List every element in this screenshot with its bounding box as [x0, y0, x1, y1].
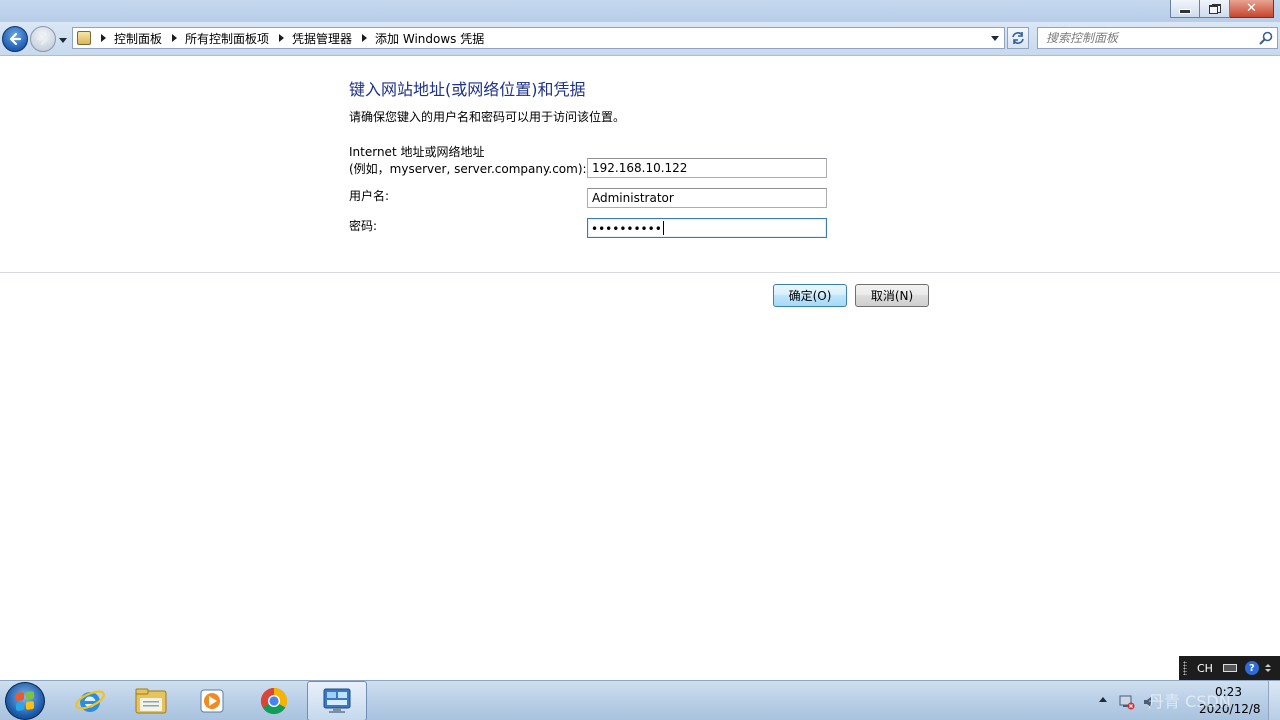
breadcrumb-arrow-icon[interactable] [279, 34, 285, 42]
taskbar-item-ie[interactable] [60, 681, 120, 720]
forward-button[interactable] [30, 26, 56, 52]
help-icon[interactable]: ? [1244, 661, 1259, 675]
page-title: 键入网站地址(或网络位置)和凭据 [349, 80, 586, 99]
breadcrumb-arrow-icon[interactable] [172, 34, 178, 42]
taskbar-item-chrome[interactable] [244, 681, 304, 720]
search-input[interactable] [1038, 31, 1248, 45]
control-panel-icon [77, 31, 91, 45]
ok-button[interactable]: 确定(O) [773, 284, 847, 307]
minimize-button[interactable] [1170, 0, 1200, 18]
address-label: Internet 地址或网络地址 (例如，myserver, server.co… [349, 144, 587, 178]
input-language[interactable]: CH [1197, 662, 1213, 675]
breadcrumb-arrow-icon[interactable] [362, 34, 368, 42]
address-field[interactable] [587, 158, 827, 178]
taskbar-item-media-player[interactable] [182, 681, 242, 720]
media-player-icon [200, 689, 224, 713]
explorer-icon [135, 688, 167, 714]
show-desktop-button[interactable] [1268, 681, 1280, 720]
window-caption-bar: ✕ [0, 0, 1280, 22]
show-hidden-icons-icon[interactable] [1099, 697, 1107, 702]
chrome-icon [260, 687, 288, 715]
button-separator [0, 272, 1280, 273]
breadcrumb-arrow-icon[interactable] [101, 34, 106, 42]
drag-grip-icon[interactable] [1183, 661, 1187, 675]
cancel-button[interactable]: 取消(N) [855, 284, 929, 307]
password-label: 密码: [349, 219, 378, 233]
start-button[interactable] [5, 682, 45, 720]
taskbar-item-explorer[interactable] [121, 681, 181, 720]
taskbar: 0:23 2020/12/8 [0, 680, 1280, 720]
refresh-icon [1012, 32, 1024, 44]
page-subtitle: 请确保您键入的用户名和密码可以用于访问该位置。 [349, 110, 626, 124]
chevron-down-icon [59, 37, 67, 43]
close-icon: ✕ [1246, 1, 1257, 16]
language-bar: CH ? [1179, 656, 1280, 680]
restore-icon [1208, 3, 1221, 14]
close-button[interactable]: ✕ [1230, 0, 1274, 18]
navigation-bar: 控制面板 所有控制面板项 凭据管理器 添加 Windows 凭据 [0, 22, 1280, 56]
username-field[interactable] [587, 188, 827, 208]
forward-arrow-icon [37, 33, 48, 45]
recent-pages-dropdown[interactable] [58, 34, 68, 46]
breadcrumb-all-items[interactable]: 所有控制面板项 [185, 30, 269, 47]
keyboard-icon[interactable] [1222, 664, 1237, 672]
taskbar-item-control-panel[interactable] [307, 681, 367, 720]
ie-icon [75, 690, 105, 712]
window-controls: ✕ [1170, 0, 1274, 18]
watermark: 丹青 CSDN [1148, 692, 1231, 711]
username-label: 用户名: [349, 189, 390, 203]
breadcrumb-credential-manager[interactable]: 凭据管理器 [292, 30, 352, 47]
password-field[interactable] [587, 218, 827, 238]
chevron-up-icon [1264, 664, 1271, 667]
address-label-line1: Internet 地址或网络地址 [349, 145, 485, 159]
back-arrow-icon [9, 32, 22, 46]
search-box[interactable] [1037, 27, 1278, 49]
maximize-button[interactable] [1200, 0, 1230, 18]
control-panel-icon [323, 688, 351, 713]
chevron-down-icon [991, 35, 999, 41]
back-button[interactable] [2, 26, 28, 52]
language-options-button[interactable] [1264, 664, 1271, 672]
chevron-down-icon [1264, 669, 1271, 672]
network-disconnected-icon[interactable] [1119, 694, 1135, 710]
minimize-icon [1179, 9, 1191, 14]
search-icon[interactable] [1259, 31, 1273, 45]
breadcrumb-control-panel[interactable]: 控制面板 [114, 30, 162, 47]
address-bar[interactable]: 控制面板 所有控制面板项 凭据管理器 添加 Windows 凭据 [72, 27, 1005, 49]
refresh-button[interactable] [1007, 27, 1029, 49]
windows-logo-icon [16, 691, 34, 711]
breadcrumb-add-windows-credential[interactable]: 添加 Windows 凭据 [375, 30, 484, 47]
address-history-dropdown[interactable] [986, 28, 1004, 48]
address-label-line2: (例如，myserver, server.company.com): [349, 162, 587, 176]
